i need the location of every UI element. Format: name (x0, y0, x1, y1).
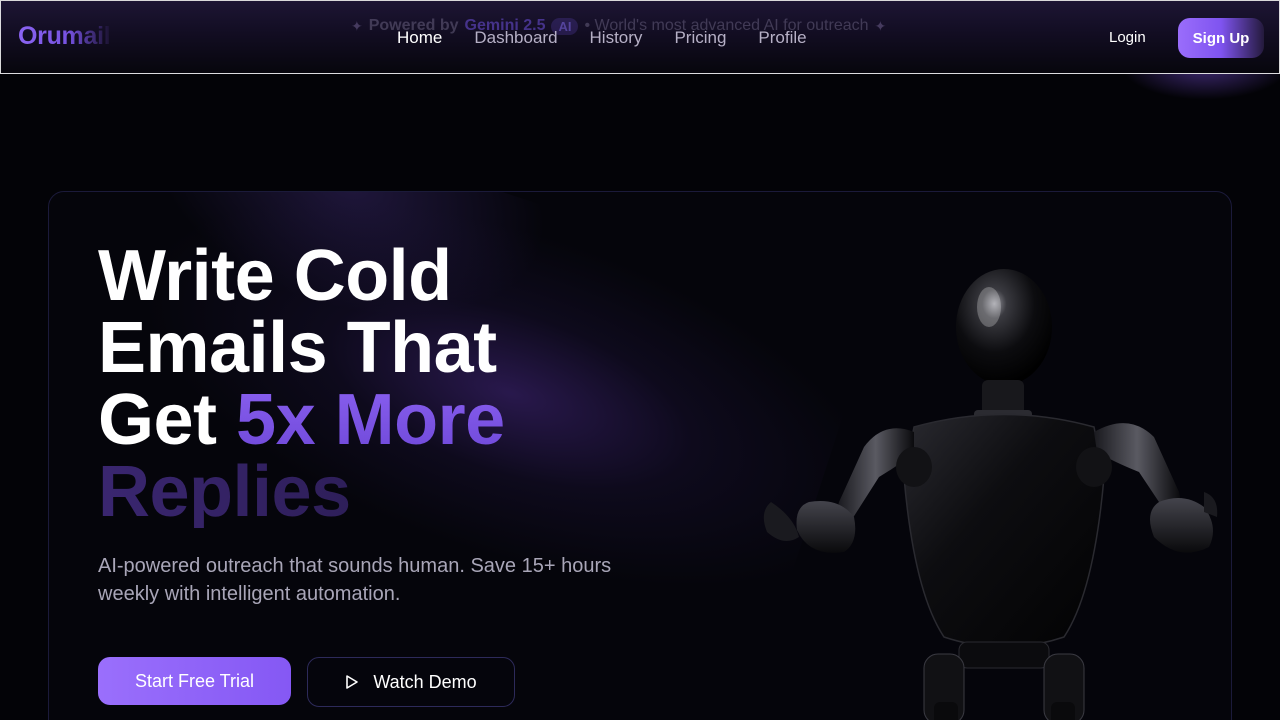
page: ✦ Powered by Gemini 2.5 AI • World's mos… (0, 0, 1280, 720)
start-free-trial-button[interactable]: Start Free Trial (98, 657, 291, 705)
headline-line-4: Replies (98, 456, 658, 528)
headline-line-3-plain: Get (98, 380, 237, 460)
nav-home[interactable]: Home (397, 28, 442, 48)
sparkle-icon: ✦ (351, 17, 363, 34)
nav-pricing[interactable]: Pricing (674, 28, 726, 48)
hero-card: Write Cold Emails That Get 5x More Repli… (48, 191, 1232, 720)
watch-demo-label: Watch Demo (373, 671, 477, 692)
robot-illustration (763, 269, 1218, 720)
hero-subtitle: AI-powered outreach that sounds human. S… (98, 555, 612, 605)
headline-line-1: Write Cold (98, 236, 452, 316)
watch-demo-button[interactable]: Watch Demo (307, 657, 515, 707)
main-nav: Home Dashboard History Pricing Profile (397, 28, 839, 48)
headline-line-2: Emails That (98, 308, 497, 388)
logo[interactable]: Orumail (18, 22, 111, 51)
login-link[interactable]: Login (1109, 29, 1146, 47)
signup-button[interactable]: Sign Up (1178, 18, 1264, 58)
hero-headline: Write Cold Emails That Get 5x More Repli… (98, 240, 658, 528)
headline-line-3: Get 5x More (98, 384, 658, 456)
nav-profile[interactable]: Profile (758, 28, 806, 48)
nav-dashboard[interactable]: Dashboard (474, 28, 557, 48)
top-navbar: ✦ Powered by Gemini 2.5 AI • World's mos… (0, 0, 1280, 74)
play-icon (346, 675, 359, 689)
sparkle-icon: ✦ (874, 17, 887, 34)
nav-history[interactable]: History (590, 28, 643, 48)
headline-accent: 5x More (236, 380, 505, 460)
